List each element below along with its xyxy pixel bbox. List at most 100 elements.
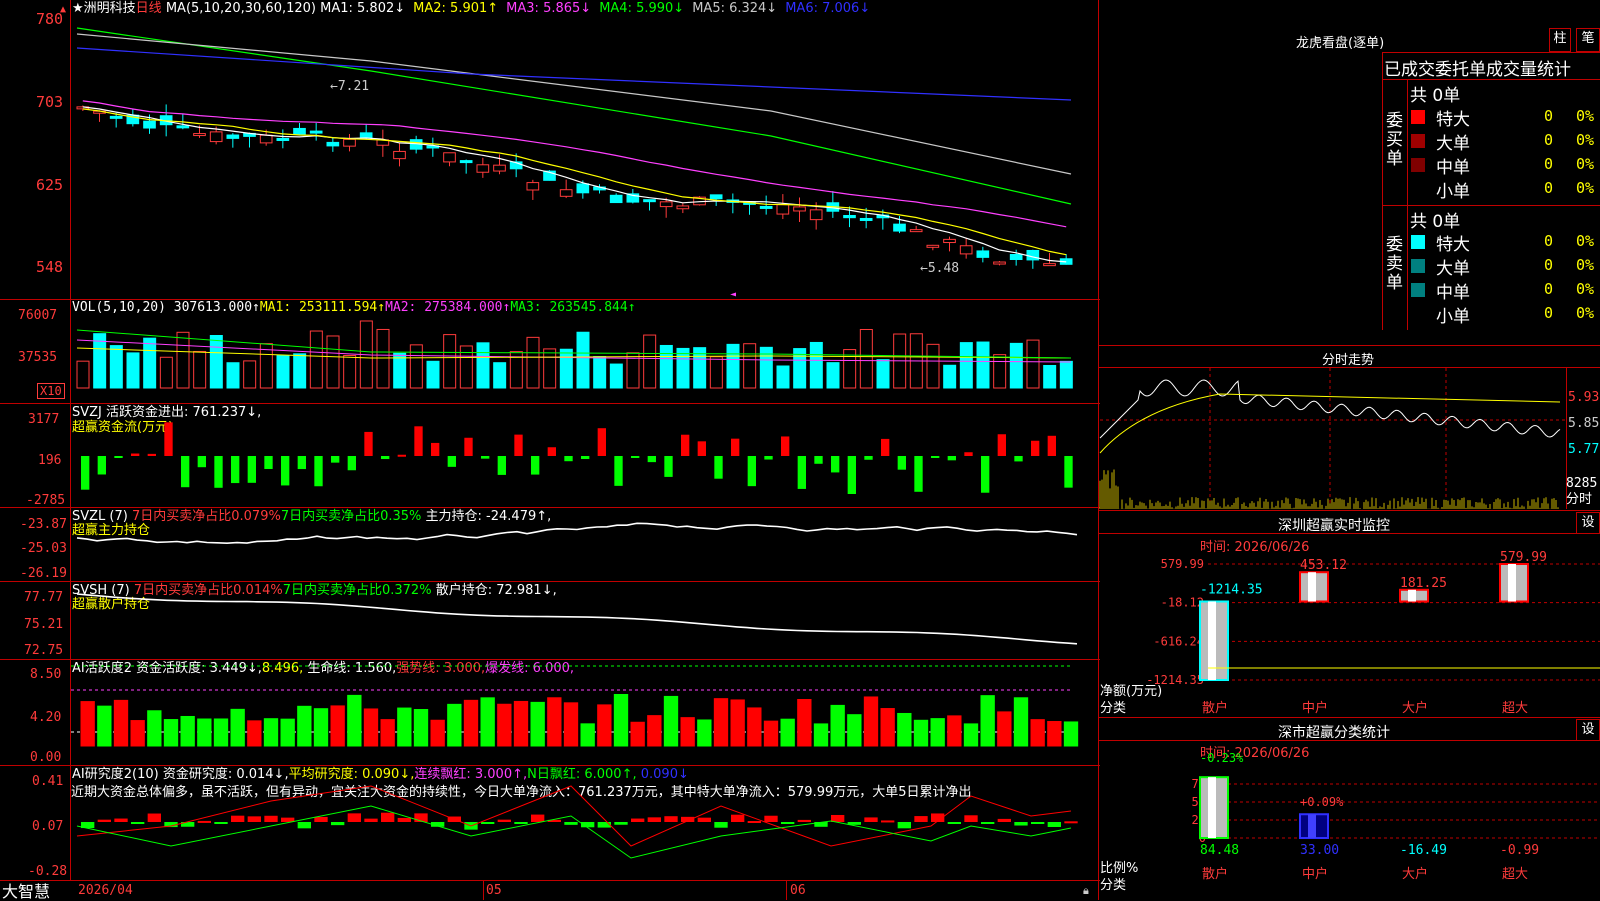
fund-flow-bar[interactable] [864, 456, 873, 460]
volume-bar[interactable] [1009, 342, 1023, 389]
fund-flow-bar[interactable] [464, 437, 473, 456]
retail-holding-chart[interactable] [71, 582, 1097, 658]
activity-bar[interactable] [247, 720, 262, 747]
fund-flow-bar[interactable] [297, 456, 306, 470]
research-bar[interactable] [147, 813, 161, 822]
fund-flow-bar[interactable] [81, 456, 90, 490]
research-bar[interactable] [747, 821, 761, 824]
activity-bar[interactable] [680, 717, 695, 747]
fund-flow-bar[interactable] [581, 456, 590, 460]
activity-bar[interactable] [713, 698, 729, 747]
volume-bar[interactable] [476, 342, 490, 389]
activity-bar[interactable] [413, 709, 429, 747]
candle-body[interactable] [259, 134, 273, 144]
activity-bar[interactable] [280, 718, 295, 747]
research-bar[interactable] [664, 816, 678, 822]
candle-body[interactable] [443, 152, 456, 163]
activity-bar[interactable] [863, 696, 879, 747]
fund-flow-bar[interactable] [881, 438, 890, 456]
activity-bar[interactable] [313, 708, 329, 747]
candle-body[interactable] [326, 141, 340, 147]
candle-body[interactable] [843, 215, 856, 219]
candle-body[interactable] [143, 120, 156, 129]
volume-bar[interactable] [326, 335, 340, 389]
research-bar[interactable] [1047, 822, 1061, 827]
volume-bar[interactable] [709, 356, 723, 389]
fund-flow-bar[interactable] [897, 456, 906, 470]
research-bar[interactable] [981, 822, 995, 824]
volume-bar[interactable] [209, 335, 223, 389]
candle-body[interactable] [193, 133, 206, 137]
volume-chart[interactable] [71, 300, 1097, 402]
volume-bar[interactable] [276, 355, 290, 389]
fund-flow-bar[interactable] [981, 456, 990, 493]
volume-bar[interactable] [109, 345, 123, 389]
volume-bar[interactable] [309, 330, 323, 389]
candle-body[interactable] [359, 132, 373, 139]
research-bar[interactable] [531, 814, 545, 822]
fund-flow-bar[interactable] [564, 456, 573, 462]
volume-bar[interactable] [726, 343, 740, 389]
volume-bar[interactable] [526, 336, 540, 389]
research-bar[interactable] [997, 818, 1011, 822]
research-bar[interactable] [497, 819, 511, 822]
activity-bar[interactable] [1047, 721, 1062, 747]
fund-flow-bar[interactable] [947, 456, 956, 461]
fund-flow-bar[interactable] [247, 456, 256, 483]
fund-flow-bar[interactable] [1064, 456, 1073, 488]
fund-flow-bar[interactable] [331, 456, 340, 463]
activity-bar[interactable] [513, 700, 529, 747]
candle-body[interactable] [459, 160, 473, 164]
candle-body[interactable] [776, 204, 790, 215]
research-bar[interactable] [697, 817, 711, 822]
research-bar[interactable] [1014, 822, 1028, 826]
activity-bar[interactable] [180, 715, 195, 747]
volume-bar[interactable] [1059, 360, 1073, 389]
fund-flow-bar[interactable] [197, 456, 206, 468]
research-bar[interactable] [114, 818, 128, 822]
candle-body[interactable] [576, 183, 590, 194]
fund-flow-bar[interactable] [1014, 456, 1023, 462]
candle-body[interactable] [643, 199, 656, 203]
research-bar[interactable] [897, 822, 911, 829]
volume-bar[interactable] [543, 348, 557, 389]
sz-classify-settings-button[interactable]: 设 [1576, 719, 1600, 741]
candle-body[interactable] [309, 130, 323, 134]
volume-bar[interactable] [143, 337, 157, 389]
fund-flow-bar[interactable] [97, 456, 106, 475]
fund-flow-bar[interactable] [597, 428, 606, 456]
activity-bar[interactable] [213, 718, 229, 747]
activity-bar[interactable] [580, 723, 595, 747]
candle-body[interactable] [393, 150, 406, 160]
fund-flow-bar[interactable] [631, 456, 640, 458]
volume-bar[interactable] [293, 353, 307, 389]
research-bar[interactable] [264, 815, 278, 822]
candle-body[interactable] [476, 164, 490, 173]
activity-bar[interactable] [813, 723, 829, 747]
activity-bar[interactable] [613, 693, 629, 747]
fund-flow-bar[interactable] [431, 442, 440, 456]
research-bar[interactable] [881, 820, 895, 823]
fund-flow-bar[interactable] [831, 456, 840, 473]
volume-bar[interactable] [1026, 339, 1040, 389]
fund-flow-bar[interactable] [731, 438, 740, 456]
candle-body[interactable] [1009, 254, 1023, 260]
activity-bar[interactable] [130, 720, 145, 747]
fund-flow-bar[interactable] [814, 456, 823, 464]
fund-flow-bar[interactable] [964, 452, 973, 456]
research-bar[interactable] [381, 812, 395, 822]
activity-bar[interactable] [430, 719, 445, 747]
activity-bar[interactable] [113, 699, 129, 747]
volume-bar[interactable] [409, 344, 423, 389]
period-label[interactable]: 日线 [136, 1, 162, 16]
research-bar[interactable] [947, 822, 961, 824]
volume-bar[interactable] [809, 341, 823, 389]
sz-monitor-settings-button[interactable]: 设 [1576, 512, 1600, 534]
activity-bar[interactable] [997, 711, 1012, 747]
fund-flow-bar[interactable] [764, 456, 773, 460]
volume-bar[interactable] [976, 341, 990, 389]
fund-flow-bar[interactable] [147, 453, 156, 456]
candle-body[interactable] [1043, 263, 1056, 267]
volume-bar[interactable] [609, 363, 623, 389]
fund-flow-bar[interactable] [1031, 440, 1040, 456]
